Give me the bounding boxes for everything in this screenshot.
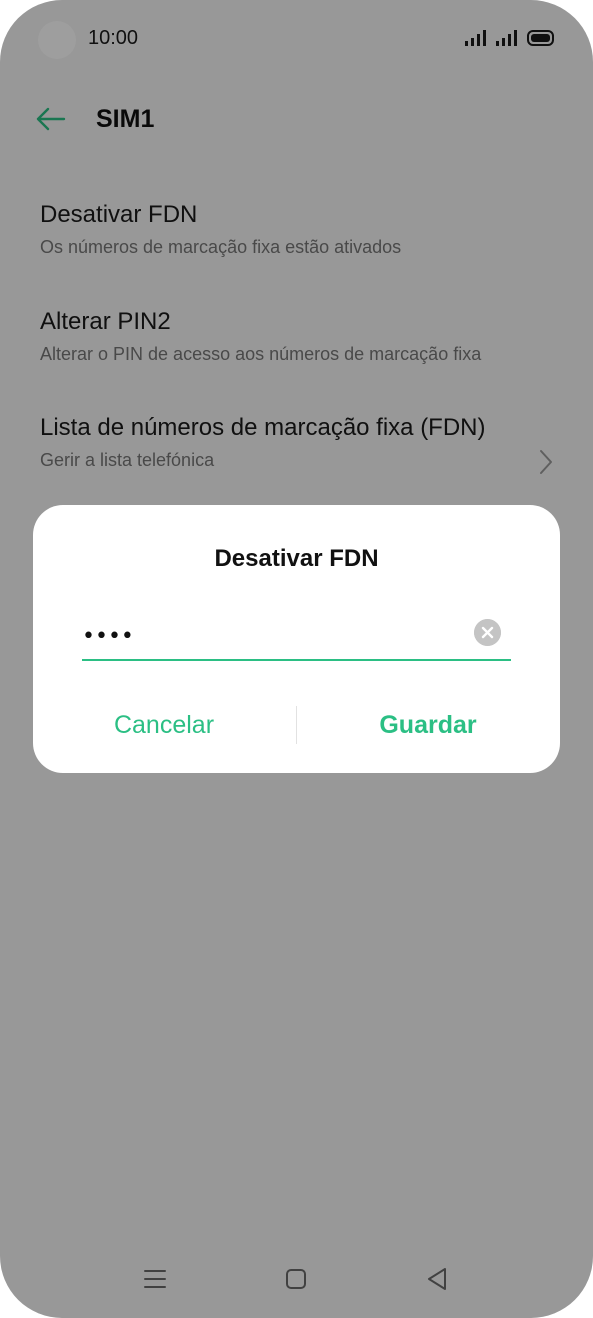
input-underline (82, 659, 511, 661)
pin2-input[interactable] (82, 611, 462, 661)
button-divider (296, 706, 297, 744)
phone-screen: 10:00 SIM1 Desativar FDN Os números de m… (0, 0, 593, 1318)
cancel-button[interactable]: Cancelar (59, 699, 269, 751)
save-button[interactable]: Guardar (323, 699, 533, 751)
dialog-title: Desativar FDN (214, 545, 379, 572)
disable-fdn-dialog: Desativar FDN Cancelar Guardar (33, 505, 560, 773)
clear-circle-icon[interactable] (474, 619, 501, 646)
